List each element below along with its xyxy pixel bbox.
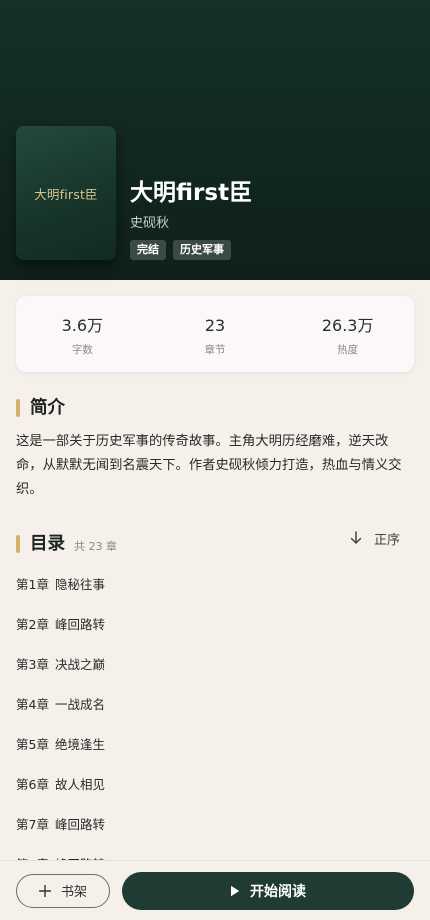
stat-label: 字数 [71,344,93,356]
arrow-down-icon [350,531,362,544]
toc-title: 目录 [30,534,65,554]
bottom-action-bar: 书架 开始阅读 [0,860,430,920]
chapter-name: 故人相见 [54,777,105,792]
chapter-name: 峰回路转 [54,817,105,832]
cover-title: 大明first臣 [34,186,98,202]
section-accent-bar [16,399,20,417]
stat-chapter-count: 23 章节 [149,296,282,372]
sort-order-button[interactable]: 正序 [350,528,400,548]
toc-header: 目录 共 23 章 [16,533,117,555]
stat-label: 热度 [337,344,359,356]
intro-text: 这是一部关于历史军事的传奇故事。主角大明历经磨难，逆天改命，从默默无闻到名震天下… [16,434,402,497]
status-tag: 完结 [130,240,166,260]
book-cover: 大明first臣 [16,126,116,260]
chapter-number: 第5章 [16,737,49,752]
start-reading-button[interactable]: 开始阅读 [122,871,414,910]
chapter-item[interactable]: 第3章 决战之巅 [16,645,414,685]
book-title: 大明first臣 [130,180,253,206]
chapter-list: 第1章 隐秘往事 第2章 峰回路转 第3章 决战之巅 第4章 一战成名 第5章 … [16,565,414,885]
stat-value: 26.3万 [321,316,374,335]
chapter-item[interactable]: 第2章 峰回路转 [16,605,414,645]
sort-label: 正序 [373,532,400,548]
chapter-item[interactable]: 第6章 故人相见 [16,765,414,805]
chapter-number: 第4章 [16,697,49,712]
chapter-name: 峰回路转 [54,617,105,632]
chapter-number: 第3章 [16,657,49,672]
stat-popularity: 26.3万 热度 [281,296,414,372]
add-to-shelf-button[interactable]: 书架 [16,873,110,908]
chapter-number: 第7章 [16,817,49,832]
chapter-item[interactable]: 第1章 隐秘往事 [16,565,414,605]
stat-value: 23 [204,316,226,335]
book-header: 大明first臣 大明first臣 史砚秋 完结 历史军事 [0,0,430,280]
chapter-number: 第1章 [16,577,49,592]
stats-card: 3.6万 字数 23 章节 26.3万 热度 [16,296,414,372]
read-label: 开始阅读 [250,883,306,900]
section-accent-bar [16,535,20,553]
chapter-name: 决战之巅 [54,657,105,672]
chapter-number: 第6章 [16,777,49,792]
category-tag[interactable]: 历史军事 [173,240,231,260]
play-icon [231,885,240,896]
chapter-name: 隐秘往事 [54,577,105,592]
intro-title: 简介 [30,398,65,418]
book-author[interactable]: 史砚秋 [130,215,169,233]
chapter-count: 共 23 章 [74,539,117,553]
stat-value: 3.6万 [61,316,104,335]
chapter-item[interactable]: 第5章 绝境逢生 [16,725,414,765]
chapter-name: 绝境逢生 [54,737,105,752]
stat-label: 章节 [204,344,226,356]
chapter-item[interactable]: 第7章 峰回路转 [16,805,414,845]
chapter-item[interactable]: 第4章 一战成名 [16,685,414,725]
shelf-label: 书架 [60,885,87,900]
book-tags: 完结 历史军事 [130,240,231,260]
plus-icon [38,884,51,897]
intro-header: 简介 [16,397,65,419]
chapter-number: 第2章 [16,617,49,632]
stat-word-count: 3.6万 字数 [16,296,149,372]
chapter-name: 一战成名 [54,697,105,712]
